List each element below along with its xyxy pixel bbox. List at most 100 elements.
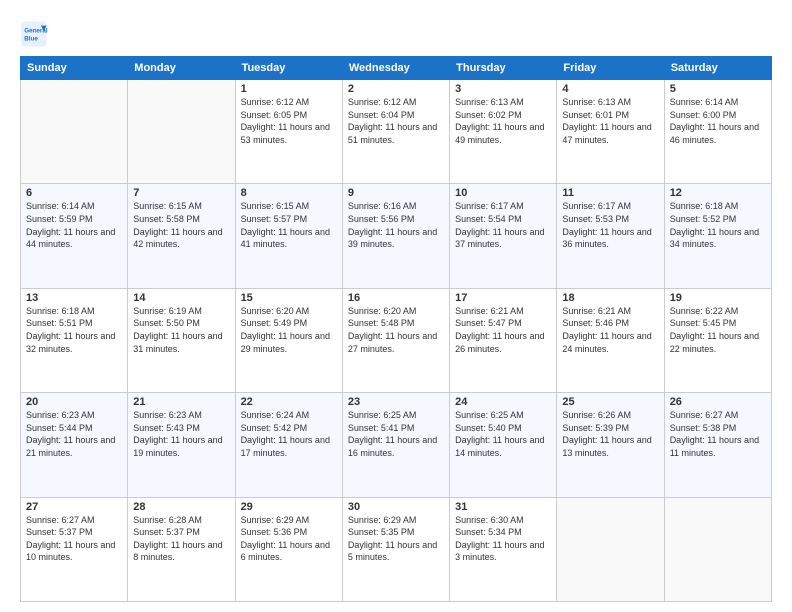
day-cell <box>128 80 235 184</box>
day-number: 22 <box>241 396 337 408</box>
header: General Blue <box>20 16 772 48</box>
day-info: Sunrise: 6:17 AM Sunset: 5:53 PM Dayligh… <box>562 200 658 250</box>
day-info: Sunrise: 6:21 AM Sunset: 5:47 PM Dayligh… <box>455 305 551 355</box>
week-row-2: 13Sunrise: 6:18 AM Sunset: 5:51 PM Dayli… <box>21 288 772 392</box>
day-number: 8 <box>241 187 337 199</box>
day-cell: 24Sunrise: 6:25 AM Sunset: 5:40 PM Dayli… <box>450 393 557 497</box>
day-info: Sunrise: 6:27 AM Sunset: 5:38 PM Dayligh… <box>670 409 766 459</box>
day-info: Sunrise: 6:23 AM Sunset: 5:43 PM Dayligh… <box>133 409 229 459</box>
day-info: Sunrise: 6:25 AM Sunset: 5:41 PM Dayligh… <box>348 409 444 459</box>
day-cell: 22Sunrise: 6:24 AM Sunset: 5:42 PM Dayli… <box>235 393 342 497</box>
day-number: 1 <box>241 83 337 95</box>
day-number: 26 <box>670 396 766 408</box>
day-cell: 11Sunrise: 6:17 AM Sunset: 5:53 PM Dayli… <box>557 184 664 288</box>
day-cell: 9Sunrise: 6:16 AM Sunset: 5:56 PM Daylig… <box>342 184 449 288</box>
day-number: 14 <box>133 292 229 304</box>
day-info: Sunrise: 6:29 AM Sunset: 5:36 PM Dayligh… <box>241 514 337 564</box>
day-number: 27 <box>26 501 122 513</box>
day-info: Sunrise: 6:12 AM Sunset: 6:04 PM Dayligh… <box>348 96 444 146</box>
day-number: 15 <box>241 292 337 304</box>
weekday-header-row: SundayMondayTuesdayWednesdayThursdayFrid… <box>21 57 772 80</box>
weekday-header-thursday: Thursday <box>450 57 557 80</box>
day-info: Sunrise: 6:15 AM Sunset: 5:58 PM Dayligh… <box>133 200 229 250</box>
day-cell: 19Sunrise: 6:22 AM Sunset: 5:45 PM Dayli… <box>664 288 771 392</box>
svg-text:Blue: Blue <box>24 35 38 42</box>
day-info: Sunrise: 6:22 AM Sunset: 5:45 PM Dayligh… <box>670 305 766 355</box>
day-info: Sunrise: 6:14 AM Sunset: 6:00 PM Dayligh… <box>670 96 766 146</box>
day-info: Sunrise: 6:27 AM Sunset: 5:37 PM Dayligh… <box>26 514 122 564</box>
day-info: Sunrise: 6:13 AM Sunset: 6:02 PM Dayligh… <box>455 96 551 146</box>
day-info: Sunrise: 6:16 AM Sunset: 5:56 PM Dayligh… <box>348 200 444 250</box>
logo-icon: General Blue <box>20 20 48 48</box>
day-info: Sunrise: 6:30 AM Sunset: 5:34 PM Dayligh… <box>455 514 551 564</box>
day-cell: 6Sunrise: 6:14 AM Sunset: 5:59 PM Daylig… <box>21 184 128 288</box>
day-cell: 25Sunrise: 6:26 AM Sunset: 5:39 PM Dayli… <box>557 393 664 497</box>
day-number: 30 <box>348 501 444 513</box>
day-cell: 18Sunrise: 6:21 AM Sunset: 5:46 PM Dayli… <box>557 288 664 392</box>
day-info: Sunrise: 6:23 AM Sunset: 5:44 PM Dayligh… <box>26 409 122 459</box>
day-cell: 12Sunrise: 6:18 AM Sunset: 5:52 PM Dayli… <box>664 184 771 288</box>
day-cell: 21Sunrise: 6:23 AM Sunset: 5:43 PM Dayli… <box>128 393 235 497</box>
day-info: Sunrise: 6:21 AM Sunset: 5:46 PM Dayligh… <box>562 305 658 355</box>
day-number: 3 <box>455 83 551 95</box>
day-cell <box>557 497 664 601</box>
day-number: 24 <box>455 396 551 408</box>
day-number: 10 <box>455 187 551 199</box>
week-row-0: 1Sunrise: 6:12 AM Sunset: 6:05 PM Daylig… <box>21 80 772 184</box>
day-info: Sunrise: 6:19 AM Sunset: 5:50 PM Dayligh… <box>133 305 229 355</box>
weekday-header-wednesday: Wednesday <box>342 57 449 80</box>
day-cell: 28Sunrise: 6:28 AM Sunset: 5:37 PM Dayli… <box>128 497 235 601</box>
day-info: Sunrise: 6:20 AM Sunset: 5:49 PM Dayligh… <box>241 305 337 355</box>
day-cell: 20Sunrise: 6:23 AM Sunset: 5:44 PM Dayli… <box>21 393 128 497</box>
day-cell: 13Sunrise: 6:18 AM Sunset: 5:51 PM Dayli… <box>21 288 128 392</box>
weekday-header-sunday: Sunday <box>21 57 128 80</box>
day-number: 25 <box>562 396 658 408</box>
day-cell: 8Sunrise: 6:15 AM Sunset: 5:57 PM Daylig… <box>235 184 342 288</box>
day-number: 21 <box>133 396 229 408</box>
day-info: Sunrise: 6:20 AM Sunset: 5:48 PM Dayligh… <box>348 305 444 355</box>
day-number: 16 <box>348 292 444 304</box>
day-number: 23 <box>348 396 444 408</box>
day-info: Sunrise: 6:18 AM Sunset: 5:52 PM Dayligh… <box>670 200 766 250</box>
day-cell: 17Sunrise: 6:21 AM Sunset: 5:47 PM Dayli… <box>450 288 557 392</box>
day-number: 11 <box>562 187 658 199</box>
day-number: 4 <box>562 83 658 95</box>
day-cell: 14Sunrise: 6:19 AM Sunset: 5:50 PM Dayli… <box>128 288 235 392</box>
day-number: 18 <box>562 292 658 304</box>
day-info: Sunrise: 6:24 AM Sunset: 5:42 PM Dayligh… <box>241 409 337 459</box>
day-cell: 10Sunrise: 6:17 AM Sunset: 5:54 PM Dayli… <box>450 184 557 288</box>
day-cell: 16Sunrise: 6:20 AM Sunset: 5:48 PM Dayli… <box>342 288 449 392</box>
week-row-1: 6Sunrise: 6:14 AM Sunset: 5:59 PM Daylig… <box>21 184 772 288</box>
day-cell: 1Sunrise: 6:12 AM Sunset: 6:05 PM Daylig… <box>235 80 342 184</box>
day-cell: 30Sunrise: 6:29 AM Sunset: 5:35 PM Dayli… <box>342 497 449 601</box>
day-number: 28 <box>133 501 229 513</box>
day-info: Sunrise: 6:18 AM Sunset: 5:51 PM Dayligh… <box>26 305 122 355</box>
day-info: Sunrise: 6:12 AM Sunset: 6:05 PM Dayligh… <box>241 96 337 146</box>
day-cell: 26Sunrise: 6:27 AM Sunset: 5:38 PM Dayli… <box>664 393 771 497</box>
day-info: Sunrise: 6:29 AM Sunset: 5:35 PM Dayligh… <box>348 514 444 564</box>
day-cell: 31Sunrise: 6:30 AM Sunset: 5:34 PM Dayli… <box>450 497 557 601</box>
day-number: 29 <box>241 501 337 513</box>
day-info: Sunrise: 6:17 AM Sunset: 5:54 PM Dayligh… <box>455 200 551 250</box>
day-cell: 7Sunrise: 6:15 AM Sunset: 5:58 PM Daylig… <box>128 184 235 288</box>
weekday-header-saturday: Saturday <box>664 57 771 80</box>
week-row-4: 27Sunrise: 6:27 AM Sunset: 5:37 PM Dayli… <box>21 497 772 601</box>
day-cell <box>664 497 771 601</box>
day-info: Sunrise: 6:25 AM Sunset: 5:40 PM Dayligh… <box>455 409 551 459</box>
day-info: Sunrise: 6:13 AM Sunset: 6:01 PM Dayligh… <box>562 96 658 146</box>
day-cell: 2Sunrise: 6:12 AM Sunset: 6:04 PM Daylig… <box>342 80 449 184</box>
day-cell: 23Sunrise: 6:25 AM Sunset: 5:41 PM Dayli… <box>342 393 449 497</box>
day-number: 7 <box>133 187 229 199</box>
day-number: 31 <box>455 501 551 513</box>
day-number: 5 <box>670 83 766 95</box>
day-number: 2 <box>348 83 444 95</box>
day-cell <box>21 80 128 184</box>
day-number: 9 <box>348 187 444 199</box>
week-row-3: 20Sunrise: 6:23 AM Sunset: 5:44 PM Dayli… <box>21 393 772 497</box>
day-cell: 5Sunrise: 6:14 AM Sunset: 6:00 PM Daylig… <box>664 80 771 184</box>
weekday-header-tuesday: Tuesday <box>235 57 342 80</box>
day-number: 6 <box>26 187 122 199</box>
day-cell: 29Sunrise: 6:29 AM Sunset: 5:36 PM Dayli… <box>235 497 342 601</box>
day-cell: 27Sunrise: 6:27 AM Sunset: 5:37 PM Dayli… <box>21 497 128 601</box>
day-info: Sunrise: 6:15 AM Sunset: 5:57 PM Dayligh… <box>241 200 337 250</box>
